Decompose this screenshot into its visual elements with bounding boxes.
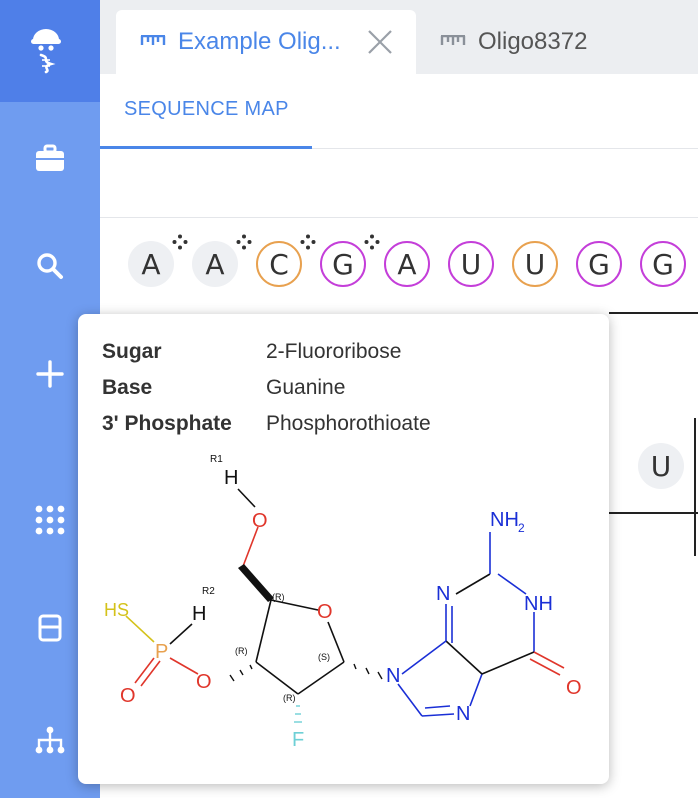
label-stereo: (R) [283,693,296,703]
nucleotide[interactable]: U [448,241,494,287]
label-nitrogen: N [436,583,450,605]
oligo-robot-icon [31,29,61,74]
tooltip-arrow [334,300,362,314]
hierarchy-icon [35,726,65,754]
ruler-icon [140,35,166,45]
label-h: H [224,467,238,489]
ruler-icon [440,35,466,45]
property-key: 3' Phosphate [102,412,232,435]
tab-sequence-map[interactable]: SEQUENCE MAP [124,98,289,121]
label-nh2: NH [490,509,519,531]
modification-marker-icon [172,234,188,250]
label-oxygen: O [196,671,212,693]
tab-title: Oligo8372 [478,28,588,55]
label-stereo: (R) [272,592,285,602]
tab-oligo8372[interactable]: Oligo8372 [438,10,688,74]
chemical-structure: R1 H O R2 H HS P O O O (R) (R) (S) (R) F… [104,454,582,751]
label-oxygen-ring: O [317,601,333,623]
nucleotide[interactable]: A [128,241,174,287]
label-fluorine: F [292,729,304,751]
property-value: Guanine [266,376,346,399]
sequence-row: A A C G A U U G G [100,218,698,314]
label-phosphorus: P [155,641,168,663]
label-r2: R2 [202,586,215,597]
grid-dots-icon [35,505,65,535]
label-stereo: (S) [318,652,330,662]
modification-marker-icon [300,234,316,250]
nucleotide[interactable]: G [576,241,622,287]
search-icon [37,253,63,279]
nucleotide-selected[interactable]: G [320,241,366,287]
modification-marker-icon [364,234,380,250]
tab-title: Example Olig... [178,28,341,55]
label-r1: R1 [210,454,223,465]
sidebar-item-briefcase[interactable] [0,128,100,188]
label-stereo: (R) [235,646,248,656]
strand-line [609,312,698,314]
label-oxygen: O [252,510,268,532]
strand-line [609,512,698,514]
property-key: Sugar [102,340,162,363]
label-sulfur: HS [104,600,129,620]
property-value: Phosphorothioate [266,412,431,435]
briefcase-icon [36,144,64,171]
nucleotide-tooltip: Sugar 2-Fluororibose Base Guanine 3' Pho… [78,314,609,784]
label-oxygen: O [120,685,136,707]
close-icon[interactable] [366,28,394,56]
app-logo-button[interactable] [0,0,100,102]
label-nh: NH [524,593,553,615]
label-nitrogen: N [456,703,470,725]
toolbar-area [100,149,698,218]
tab-bar: Example Olig... Oligo8372 [100,0,698,74]
label-oxygen: O [566,677,582,699]
nucleotide[interactable]: A [384,241,430,287]
label-h: H [192,603,206,625]
nucleotide[interactable]: C [256,241,302,287]
nucleotide[interactable]: A [192,241,238,287]
nucleotide[interactable]: U [512,241,558,287]
layout-icon [38,614,62,642]
tab-example-oligo[interactable]: Example Olig... [116,10,416,74]
sub-navigation: SEQUENCE MAP [100,74,698,149]
strand-line [694,418,696,556]
property-key: Base [102,376,153,399]
label-nitrogen: N [386,665,400,687]
label-nh2-subscript: 2 [518,521,525,535]
sidebar-item-search[interactable] [0,236,100,296]
nucleotide[interactable]: U [638,443,684,489]
nucleotide[interactable]: G [640,241,686,287]
property-value: 2-Fluororibose [266,340,402,363]
plus-icon [36,360,64,388]
modification-marker-icon [236,234,252,250]
